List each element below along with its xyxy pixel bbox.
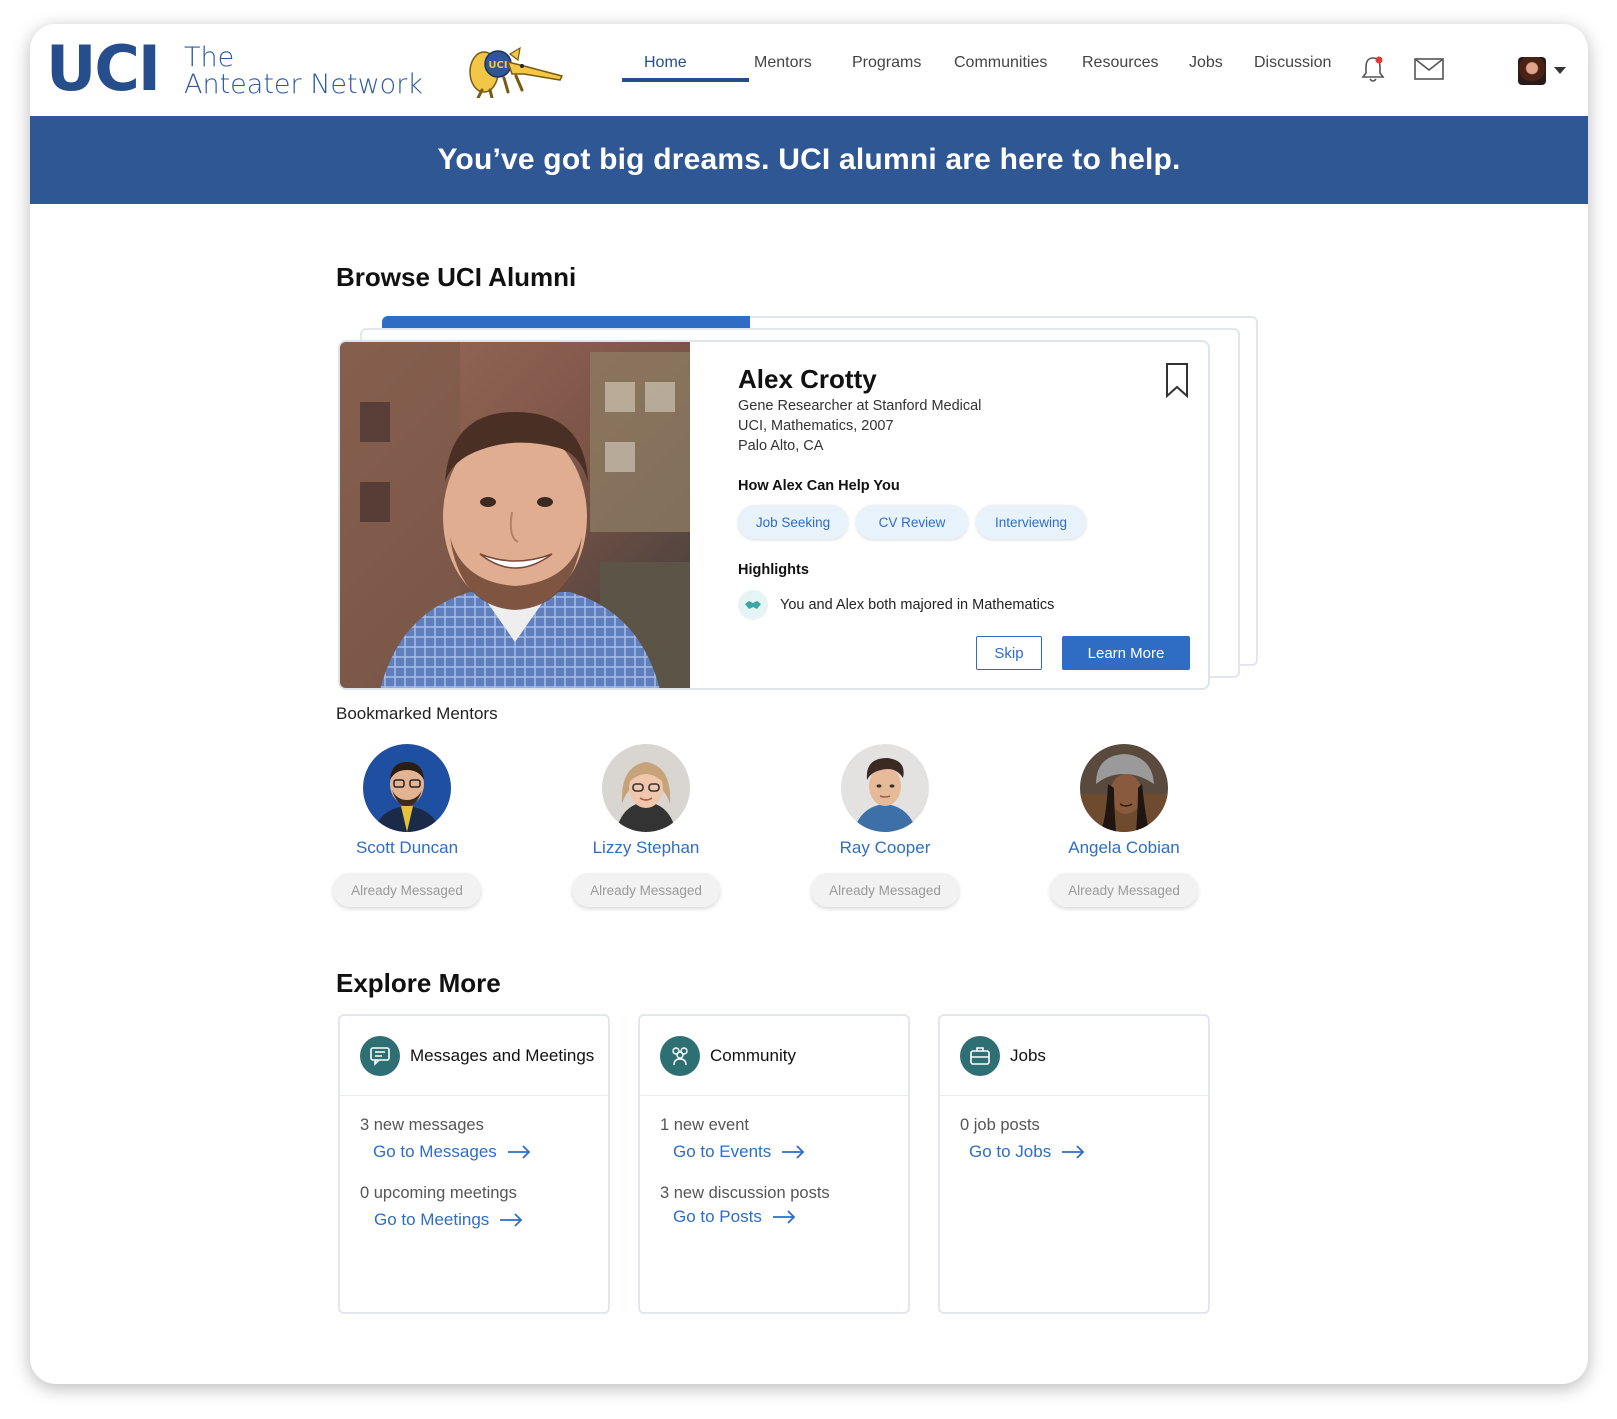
nav-jobs[interactable]: Jobs (1189, 54, 1223, 72)
explore-card-jobs: Jobs 0 job posts Go to Jobs (938, 1014, 1210, 1314)
link-label[interactable]: Go to Events (673, 1142, 771, 1162)
avatar[interactable] (1080, 744, 1168, 832)
briefcase-icon (960, 1036, 1000, 1076)
bookmarked-mentor-name[interactable]: Scott Duncan (327, 838, 487, 858)
go-to-meetings-link[interactable]: Go to Meetings (374, 1210, 523, 1230)
bookmark-icon[interactable] (1164, 362, 1190, 398)
people-icon (660, 1036, 700, 1076)
link-label[interactable]: Go to Meetings (374, 1210, 489, 1230)
explore-card-header: Jobs (940, 1016, 1208, 1096)
explore-card-stat: 3 new messages (360, 1116, 484, 1134)
top-navigation-bar: UCI The Anteater Network UCI Home Mentor… (30, 24, 1588, 116)
nav-programs[interactable]: Programs (852, 54, 921, 72)
handshake-icon (738, 590, 768, 620)
explore-card-stat: 3 new discussion posts (660, 1184, 830, 1202)
nav-home[interactable]: Home (644, 54, 687, 72)
bookmarked-mentor-name[interactable]: Angela Cobian (1044, 838, 1204, 858)
mentor-card: Alex Crotty Gene Researcher at Stanford … (338, 340, 1210, 690)
go-to-posts-link[interactable]: Go to Posts (673, 1207, 796, 1227)
explore-card-title: Jobs (1010, 1046, 1046, 1065)
learn-more-button[interactable]: Learn More (1062, 636, 1190, 670)
browse-title: Browse UCI Alumni (336, 262, 577, 292)
highlight-text: You and Alex both majored in Mathematics (780, 597, 1055, 613)
arrow-right-icon[interactable] (772, 1210, 796, 1224)
mentor-role: Gene Researcher at Stanford Medical (738, 398, 982, 414)
mail-icon[interactable] (1414, 58, 1444, 80)
profile-menu[interactable] (1518, 57, 1574, 85)
tag-interviewing[interactable]: Interviewing (976, 505, 1086, 539)
explore-card-header: Community (640, 1016, 908, 1096)
mentor-info: Alex Crotty Gene Researcher at Stanford … (738, 342, 1208, 688)
main-nav: Home Mentors Programs Communities Resour… (30, 54, 1588, 94)
avatar[interactable] (841, 744, 929, 832)
arrow-right-icon[interactable] (1061, 1145, 1085, 1159)
arrow-right-icon[interactable] (781, 1145, 805, 1159)
mentor-education: UCI, Mathematics, 2007 (738, 418, 894, 434)
explore-card-title: Messages and Meetings (410, 1046, 595, 1065)
explore-title: Explore More (336, 968, 501, 998)
skip-button[interactable]: Skip (976, 636, 1042, 670)
chevron-down-icon[interactable] (1554, 67, 1566, 74)
tag-job-seeking[interactable]: Job Seeking (738, 505, 848, 539)
explore-card-stat: 1 new event (660, 1116, 749, 1134)
help-title: How Alex Can Help You (738, 478, 900, 494)
link-label[interactable]: Go to Messages (373, 1142, 497, 1162)
tag-cv-review[interactable]: CV Review (856, 505, 968, 539)
app-window: UCI The Anteater Network UCI Home Mentor… (30, 24, 1588, 1384)
go-to-messages-link[interactable]: Go to Messages (373, 1142, 531, 1162)
status-badge: Already Messaged (1050, 873, 1198, 907)
explore-card-messages: Messages and Meetings 3 new messages Go … (338, 1014, 610, 1314)
chat-icon (360, 1036, 400, 1076)
nav-communities[interactable]: Communities (954, 54, 1047, 72)
bookmarked-mentor-name[interactable]: Ray Cooper (805, 838, 965, 858)
status-badge: Already Messaged (572, 873, 720, 907)
browse-progress-bar (382, 316, 750, 328)
explore-card-stat: 0 upcoming meetings (360, 1184, 517, 1202)
nav-mentors[interactable]: Mentors (754, 54, 812, 72)
bookmarked-mentor-name[interactable]: Lizzy Stephan (566, 838, 726, 858)
mentor-location: Palo Alto, CA (738, 438, 824, 454)
mentor-name: Alex Crotty (738, 364, 877, 394)
nav-resources[interactable]: Resources (1082, 54, 1158, 72)
nav-discussion[interactable]: Discussion (1254, 54, 1331, 72)
arrow-right-icon[interactable] (499, 1213, 523, 1227)
link-label[interactable]: Go to Jobs (969, 1142, 1051, 1162)
explore-card-stat: 0 job posts (960, 1116, 1040, 1134)
go-to-jobs-link[interactable]: Go to Jobs (969, 1142, 1085, 1162)
banner-text: You’ve got big dreams. UCI alumni are he… (437, 143, 1181, 176)
link-label[interactable]: Go to Posts (673, 1207, 762, 1227)
avatar[interactable] (363, 744, 451, 832)
avatar[interactable] (1518, 57, 1546, 85)
highlights-title: Highlights (738, 562, 809, 578)
mentor-photo (340, 342, 690, 688)
go-to-events-link[interactable]: Go to Events (673, 1142, 805, 1162)
explore-card-community: Community 1 new event Go to Events 3 new… (638, 1014, 910, 1314)
bookmarked-title: Bookmarked Mentors (336, 704, 498, 723)
active-tab-indicator (622, 78, 749, 82)
status-badge: Already Messaged (811, 873, 959, 907)
avatar[interactable] (602, 744, 690, 832)
explore-card-header: Messages and Meetings (340, 1016, 608, 1096)
arrow-right-icon[interactable] (507, 1145, 531, 1159)
bell-icon[interactable] (1360, 54, 1386, 84)
hero-banner: You’ve got big dreams. UCI alumni are he… (30, 116, 1588, 204)
explore-card-title: Community (710, 1046, 796, 1065)
status-badge: Already Messaged (333, 873, 481, 907)
